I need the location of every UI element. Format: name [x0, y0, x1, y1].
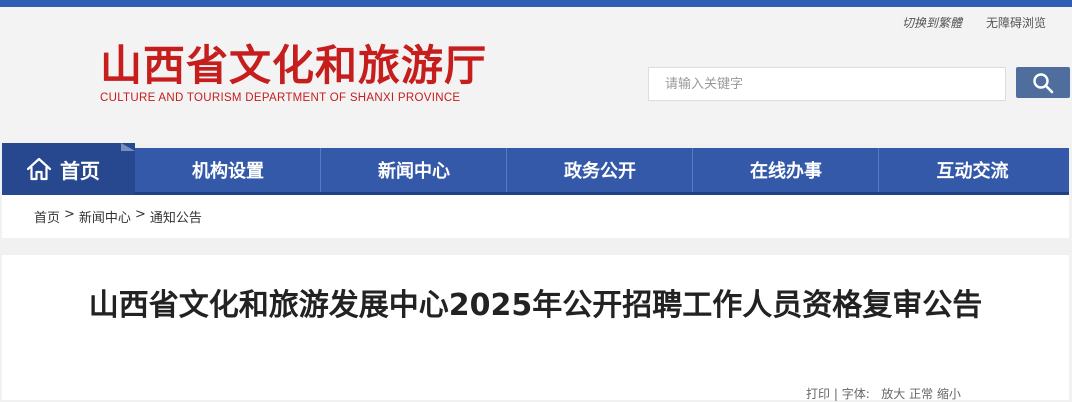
nav-home[interactable]: 首页: [2, 143, 135, 195]
breadcrumb-news[interactable]: 新闻中心: [79, 207, 131, 226]
nav-home-label: 首页: [60, 158, 100, 183]
nav-item-organization[interactable]: 机构设置: [135, 148, 321, 192]
search-box: [648, 67, 1006, 101]
breadcrumb-notices[interactable]: 通知公告: [150, 207, 202, 226]
logo-name-en: CULTURE AND TOURISM DEPARTMENT OF SHANXI…: [100, 92, 461, 104]
breadcrumb-separator: >: [134, 207, 146, 222]
search-icon: [1033, 72, 1054, 93]
search-input[interactable]: [649, 68, 1005, 100]
logo-name-cn: 山西省文化和旅游厅: [100, 41, 488, 90]
site-logo[interactable]: 山西省文化和旅游厅 CULTURE AND TOURISM DEPARTMENT…: [100, 41, 488, 105]
switch-traditional-link[interactable]: 切换到繁體: [902, 14, 962, 31]
font-small-link[interactable]: 缩小: [937, 387, 961, 401]
utility-links: 切换到繁體 无障碍浏览: [902, 14, 1046, 31]
nav-home-fold: [121, 143, 135, 151]
tools-separator: |: [833, 387, 838, 401]
accessible-browse-link[interactable]: 无障碍浏览: [986, 14, 1046, 31]
font-normal-link[interactable]: 正常: [909, 387, 933, 401]
search-button[interactable]: [1016, 67, 1070, 98]
main-nav: 首页 机构设置 新闻中心 政务公开 在线办事 互动交流: [0, 143, 1072, 195]
breadcrumb-area: 首页 > 新闻中心 > 通知公告: [2, 195, 1069, 238]
print-link[interactable]: 打印: [806, 387, 830, 401]
nav-item-news[interactable]: 新闻中心: [321, 148, 507, 192]
breadcrumb-separator: >: [64, 207, 75, 222]
article-title: 山西省文化和旅游发展中心2025年公开招聘工作人员资格复审公告: [88, 288, 983, 323]
top-accent-bar: [0, 0, 1072, 7]
breadcrumb-home[interactable]: 首页: [34, 207, 60, 226]
breadcrumb: 首页 > 新闻中心 > 通知公告: [34, 207, 202, 226]
article-panel: 山西省文化和旅游发展中心2025年公开招聘工作人员资格复审公告 打印 | 字体:…: [2, 255, 1069, 402]
font-size-label: 字体:: [841, 387, 870, 401]
font-large-link[interactable]: 放大: [881, 387, 905, 401]
nav-item-online-services[interactable]: 在线办事: [693, 148, 879, 192]
nav-item-interaction[interactable]: 互动交流: [879, 148, 1066, 192]
nav-item-government-affairs[interactable]: 政务公开: [507, 148, 693, 192]
article-tools: 打印 | 字体: 放大 正常 缩小: [806, 385, 961, 402]
home-icon: [26, 157, 52, 181]
